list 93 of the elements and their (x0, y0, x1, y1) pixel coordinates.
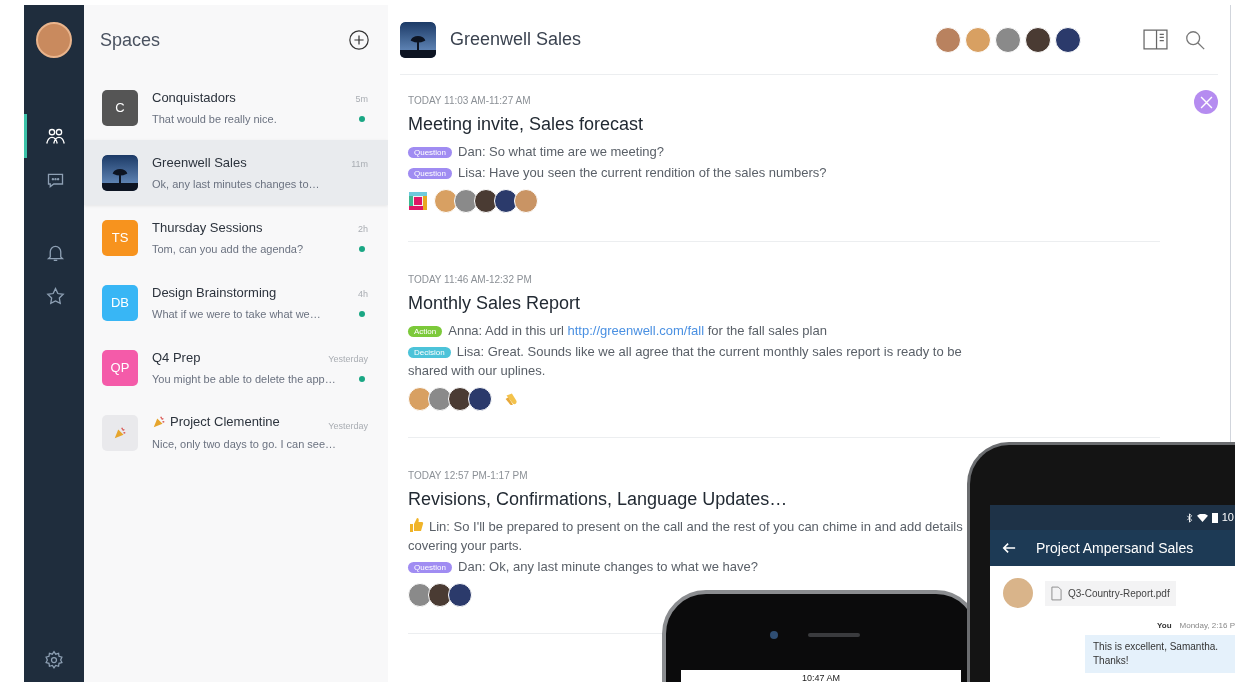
night-sky-tree-picture (400, 21, 436, 58)
message-text: Lin: So I'll be prepared to present on the call and the rest of you can chime in and add details covering your parts. (408, 516, 963, 555)
status-time: 10 (1221, 510, 1234, 526)
camera-icon (770, 631, 778, 639)
party-popper-icon (152, 414, 166, 429)
panel-title: Spaces (100, 28, 161, 52)
message-text: Question Dan: Ok, any last minute changes to what we have? (408, 556, 963, 577)
space-preview: Tom, can you add the agenda? (152, 241, 304, 257)
sender-name: You (1157, 620, 1172, 632)
avatar (965, 26, 991, 53)
avatar (935, 26, 961, 53)
speaker-slot (808, 633, 860, 637)
avatar (434, 189, 458, 213)
space-tile: DB (102, 284, 138, 321)
avatar (1003, 578, 1033, 608)
wifi-icon (1196, 513, 1208, 522)
add-icon[interactable] (348, 29, 370, 51)
thumbs-up-icon (408, 517, 424, 533)
avatar (408, 387, 432, 411)
space-item[interactable]: QP Q4 Prep Yesterday You might be able to delete the app… (84, 335, 388, 400)
chat-title: Project Ampersand Sales (1036, 538, 1194, 558)
document-icon (1051, 585, 1062, 601)
space-title: Greenwell Sales (450, 28, 582, 51)
space-name: Project Clementine (170, 413, 280, 432)
message-text: Question Dan: So what time are we meeting? (408, 141, 963, 162)
avatar (428, 583, 452, 607)
close-icon (1199, 95, 1213, 109)
space-name: Design Brainstorming (152, 284, 277, 302)
settings-icon[interactable] (44, 650, 64, 670)
message-text: Action Anna: Add in this url http://greenwell.com/fall for the fall sales plan (408, 320, 963, 341)
time-range: TODAY 11:46 AM-12:32 PM (408, 273, 533, 287)
space-preview: Nice, only two days to go. I can see… (152, 437, 337, 453)
close-button[interactable] (1194, 90, 1218, 114)
avatar (514, 189, 538, 213)
avatar (408, 583, 432, 607)
party-popper-icon (113, 425, 127, 440)
time-range: TODAY 11:03 AM-11:27 AM (408, 94, 532, 108)
night-sky-tree-picture (102, 154, 138, 191)
space-tile: C (102, 89, 138, 126)
back-arrow-icon[interactable] (1002, 541, 1016, 555)
avatar (454, 189, 478, 213)
topic-title: Revisions, Confirmations, Language Updates… (408, 488, 789, 511)
avatar (494, 189, 518, 213)
bluetooth-icon (1185, 512, 1193, 523)
avatar (448, 583, 472, 607)
space-item[interactable]: C Conquistadors 5m That would be really nice. (84, 75, 388, 140)
space-name: Thursday Sessions (152, 219, 263, 237)
avatar (428, 387, 452, 411)
message-tag: Action (408, 326, 443, 337)
space-preview: Ok, any last minutes changes to… (152, 176, 320, 192)
message-time: Monday, 2:16 P (1179, 620, 1235, 632)
space-item[interactable]: Project Clementine Yesterday Nice, only two days to go. I can see… (84, 400, 388, 465)
space-time: 2h (358, 223, 368, 236)
message-tag: Question (408, 168, 453, 179)
space-preview: What if we were to take what we… (152, 306, 321, 322)
space-name: Greenwell Sales (152, 154, 247, 172)
avatar (1025, 26, 1051, 53)
avatar (448, 387, 472, 411)
avatar (995, 26, 1021, 53)
battery-icon (1211, 512, 1218, 523)
app-logo-icon (408, 191, 428, 211)
space-time: Yesterday (328, 353, 368, 366)
space-name: Q4 Prep (152, 349, 201, 367)
status-time: 10:47 AM (802, 672, 840, 682)
space-time: 5m (355, 93, 368, 106)
message-tag: Question (408, 147, 453, 158)
space-preview: You might be able to delete the app… (152, 371, 336, 387)
space-time: 11m (351, 158, 368, 171)
space-time: Yesterday (328, 419, 368, 433)
topic-title: Monthly Sales Report (408, 292, 582, 315)
file-name: Q3-Country-Report.pdf (1068, 586, 1170, 601)
search-icon[interactable] (1184, 28, 1206, 51)
space-preview: That would be really nice. (152, 111, 277, 127)
space-item[interactable]: Greenwell Sales 11m Ok, any last minutes changes to… (84, 140, 388, 205)
message-tag: Question (408, 562, 453, 573)
topic-title: Meeting invite, Sales forecast (408, 113, 645, 136)
user-avatar[interactable] (36, 22, 72, 58)
space-tile: TS (102, 219, 138, 256)
message-text: Decision Lisa: Great. Sounds like we all agree that the current monthly sales report is ready to be shared with our uplines. (408, 343, 963, 380)
space-item[interactable]: TS Thursday Sessions 2h Tom, can you add the agenda? (84, 205, 388, 270)
star-icon (45, 285, 66, 307)
avatar (468, 387, 492, 411)
space-name: Conquistadors (152, 89, 236, 107)
message-bubble: This is excellent, Samantha. Thanks! (1085, 635, 1235, 673)
message-tag: Decision (408, 347, 451, 358)
avatar (474, 189, 498, 213)
side-panel-icon[interactable] (1143, 29, 1168, 50)
avatar (1055, 26, 1081, 53)
space-item[interactable]: DB Design Brainstorming 4h What if we were to take what we… (84, 270, 388, 335)
time-range: TODAY 12:57 PM-1:17 PM (408, 469, 529, 483)
space-tile: QP (102, 349, 138, 386)
space-time: 4h (358, 288, 368, 301)
message-text: Question Lisa: Have you seen the current rendition of the sales numbers? (408, 162, 963, 183)
